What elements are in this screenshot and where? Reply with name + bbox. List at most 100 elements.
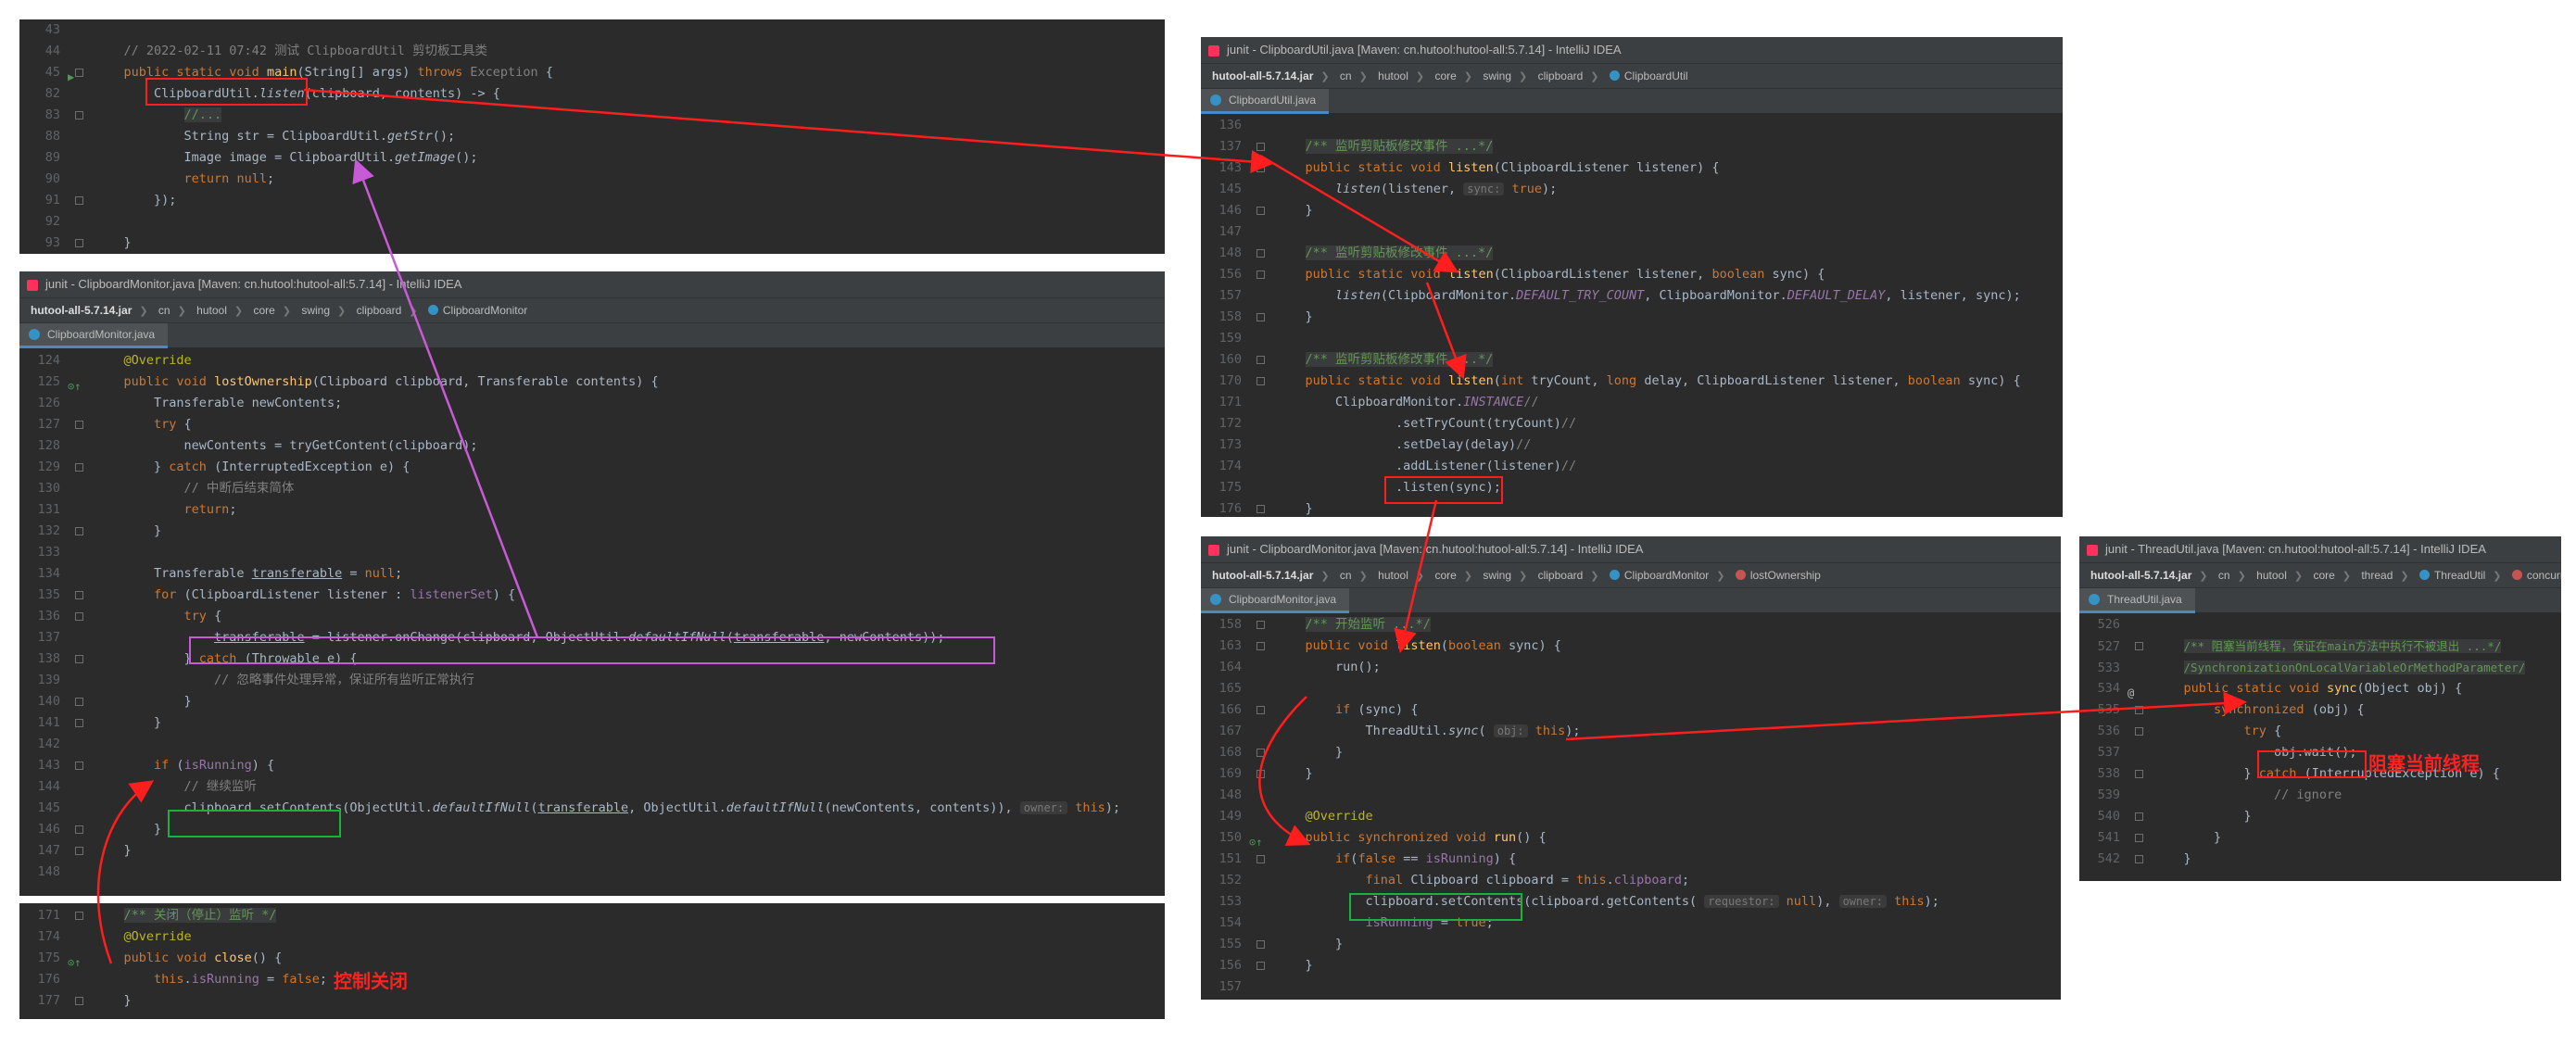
code-line: 45 ▶ public static void main(String[] arg… bbox=[19, 62, 1165, 83]
fold-icon[interactable] bbox=[75, 912, 83, 920]
tab-clipboardmonitor[interactable]: ClipboardMonitor.java bbox=[1201, 588, 1350, 613]
code-area[interactable]: 171 /** 关闭（停止）监听 */ 174 @Override 175 ⊙↑ … bbox=[19, 903, 1165, 1012]
breadcrumb: hutool-all-5.7.14.jar ❯ cn ❯ hutool ❯ core ❯… bbox=[1201, 562, 2061, 587]
fold-icon[interactable] bbox=[75, 655, 83, 663]
code-line: 92 bbox=[44, 214, 60, 229]
code-area[interactable]: 158 /** 开始监听 ...*/ 163 public void liste… bbox=[1201, 612, 2061, 998]
method-icon bbox=[1735, 570, 1746, 580]
breadcrumb-class[interactable]: ClipboardMonitor bbox=[443, 298, 527, 322]
fold-icon[interactable] bbox=[75, 825, 83, 834]
code-line: 90 return null; bbox=[44, 171, 275, 186]
code-line: 82 ClipboardUtil.listen(clipboard, conte… bbox=[44, 86, 500, 101]
code-line: 43 bbox=[44, 22, 60, 37]
intellij-logo-icon bbox=[27, 279, 38, 291]
intellij-logo-icon bbox=[2087, 544, 2098, 556]
fold-icon[interactable] bbox=[1256, 207, 1265, 215]
fold-icon[interactable] bbox=[1256, 770, 1265, 778]
fold-icon[interactable] bbox=[1256, 377, 1265, 385]
code-line: 89 Image image = ClipboardUtil.getImage(… bbox=[44, 150, 478, 165]
class-icon bbox=[427, 305, 438, 315]
editor-panel-monitor: junit - ClipboardMonitor.java [Maven: cn… bbox=[19, 271, 1165, 896]
fold-icon[interactable] bbox=[1256, 855, 1265, 863]
class-icon bbox=[2418, 570, 2430, 580]
fold-icon[interactable] bbox=[2135, 642, 2143, 650]
fold-icon[interactable] bbox=[1256, 706, 1265, 714]
fold-icon[interactable] bbox=[75, 612, 83, 621]
breadcrumb-jar[interactable]: hutool-all-5.7.14.jar bbox=[31, 298, 132, 322]
breadcrumb-item[interactable]: core bbox=[253, 298, 274, 322]
tab-clipboardmonitor[interactable]: ClipboardMonitor.java bbox=[19, 323, 169, 348]
code-line: 93 } bbox=[44, 235, 132, 250]
editor-panel-monitor-listen: junit - ClipboardMonitor.java [Maven: cn… bbox=[1201, 536, 2061, 1000]
method-icon bbox=[2511, 570, 2522, 580]
java-class-icon bbox=[2089, 594, 2100, 605]
breadcrumb-item[interactable]: hutool bbox=[196, 298, 227, 322]
code-area[interactable]: 526 527 /** 阻塞当前线程，保证在main方法中执行不被退出 ...*… bbox=[2079, 612, 2561, 870]
tab-clipboardutil[interactable]: ClipboardUtil.java bbox=[1201, 89, 1330, 114]
fold-icon[interactable] bbox=[75, 239, 83, 247]
code-line: 91 }); bbox=[44, 193, 177, 208]
fold-icon[interactable] bbox=[1256, 940, 1265, 949]
fold-icon[interactable] bbox=[2135, 770, 2143, 778]
fold-icon[interactable] bbox=[1256, 642, 1265, 650]
fold-icon[interactable] bbox=[2135, 834, 2143, 842]
fold-icon[interactable] bbox=[75, 196, 83, 205]
editor-tabs: ClipboardUtil.java bbox=[1201, 88, 2063, 114]
fold-icon[interactable] bbox=[1256, 356, 1265, 364]
annotation-block-thread: 阻塞当前线程 bbox=[2368, 752, 2480, 774]
fold-icon[interactable] bbox=[1256, 271, 1265, 279]
code-line: 88 String str = ClipboardUtil.getStr(); bbox=[44, 129, 456, 144]
comment-text: // 2022-02-11 07:42 测试 ClipboardUtil 剪切板… bbox=[123, 44, 487, 58]
fold-icon[interactable] bbox=[75, 719, 83, 727]
fold-icon[interactable] bbox=[75, 591, 83, 599]
fold-icon[interactable] bbox=[1256, 313, 1265, 321]
breadcrumb-item[interactable]: swing bbox=[301, 298, 330, 322]
java-class-icon bbox=[1210, 94, 1221, 106]
class-icon bbox=[1609, 570, 1620, 580]
code-area[interactable]: 136 137 /** 监听剪贴板修改事件 ...*/ 143 public s… bbox=[1201, 113, 2063, 517]
editor-panel-clipboardutil: junit - ClipboardUtil.java [Maven: cn.hu… bbox=[1201, 37, 2063, 517]
editor-tabs: ClipboardMonitor.java bbox=[1201, 587, 2061, 613]
fold-icon[interactable] bbox=[1256, 143, 1265, 151]
editor-tabs: ThreadUtil.java bbox=[2079, 587, 2561, 613]
fold-icon[interactable] bbox=[1256, 505, 1265, 513]
intellij-logo-icon bbox=[1208, 544, 1219, 556]
intellij-logo-icon bbox=[1208, 44, 1219, 57]
fold-icon[interactable] bbox=[2135, 727, 2143, 736]
window-title: junit - ClipboardUtil.java [Maven: cn.hu… bbox=[1201, 37, 2063, 63]
window-title: junit - ClipboardMonitor.java [Maven: cn… bbox=[19, 271, 1165, 297]
code-area[interactable]: 124 @Override 125 ⊙↑ public void lostOwne… bbox=[19, 347, 1165, 883]
fold-icon[interactable] bbox=[75, 527, 83, 535]
fold-icon[interactable] bbox=[75, 421, 83, 429]
breadcrumb: hutool-all-5.7.14.jar ❯ cn ❯ hutool ❯ core ❯… bbox=[19, 297, 1165, 322]
tab-threadutil[interactable]: ThreadUtil.java bbox=[2079, 588, 2195, 613]
fold-icon[interactable] bbox=[2135, 855, 2143, 863]
editor-panel-main-test: 43 44 // 2022-02-11 07:42 测试 ClipboardUt… bbox=[19, 19, 1165, 254]
fold-icon[interactable] bbox=[1256, 621, 1265, 629]
fold-icon[interactable] bbox=[75, 111, 83, 120]
editor-panel-close: 171 /** 关闭（停止）监听 */ 174 @Override 175 ⊙↑ … bbox=[19, 903, 1165, 1019]
breadcrumb-item[interactable]: clipboard bbox=[357, 298, 402, 322]
class-icon bbox=[1609, 70, 1620, 81]
fold-icon[interactable] bbox=[75, 69, 83, 77]
window-title: junit - ThreadUtil.java [Maven: cn.hutoo… bbox=[2079, 536, 2561, 562]
java-class-icon bbox=[29, 329, 40, 340]
code-area[interactable]: 43 44 // 2022-02-11 07:42 测试 ClipboardUt… bbox=[19, 19, 1165, 254]
fold-icon[interactable] bbox=[1256, 164, 1265, 172]
fold-icon[interactable] bbox=[1256, 962, 1265, 970]
fold-icon[interactable] bbox=[75, 698, 83, 706]
fold-icon[interactable] bbox=[2135, 812, 2143, 821]
java-class-icon bbox=[1210, 594, 1221, 605]
code-line: 44 // 2022-02-11 07:42 测试 ClipboardUtil … bbox=[44, 44, 487, 58]
fold-icon[interactable] bbox=[2135, 706, 2143, 714]
fold-icon[interactable] bbox=[75, 847, 83, 855]
editor-panel-threadutil: junit - ThreadUtil.java [Maven: cn.hutoo… bbox=[2079, 536, 2561, 881]
fold-icon[interactable] bbox=[1256, 749, 1265, 757]
fold-icon[interactable] bbox=[1256, 249, 1265, 258]
fold-icon[interactable] bbox=[75, 463, 83, 472]
breadcrumb-item[interactable]: cn bbox=[158, 298, 170, 322]
annotation-control-close: 控制关闭 bbox=[334, 970, 408, 992]
fold-icon[interactable] bbox=[75, 762, 83, 770]
code-line: 83 //... bbox=[44, 107, 222, 122]
fold-icon[interactable] bbox=[75, 997, 83, 1005]
